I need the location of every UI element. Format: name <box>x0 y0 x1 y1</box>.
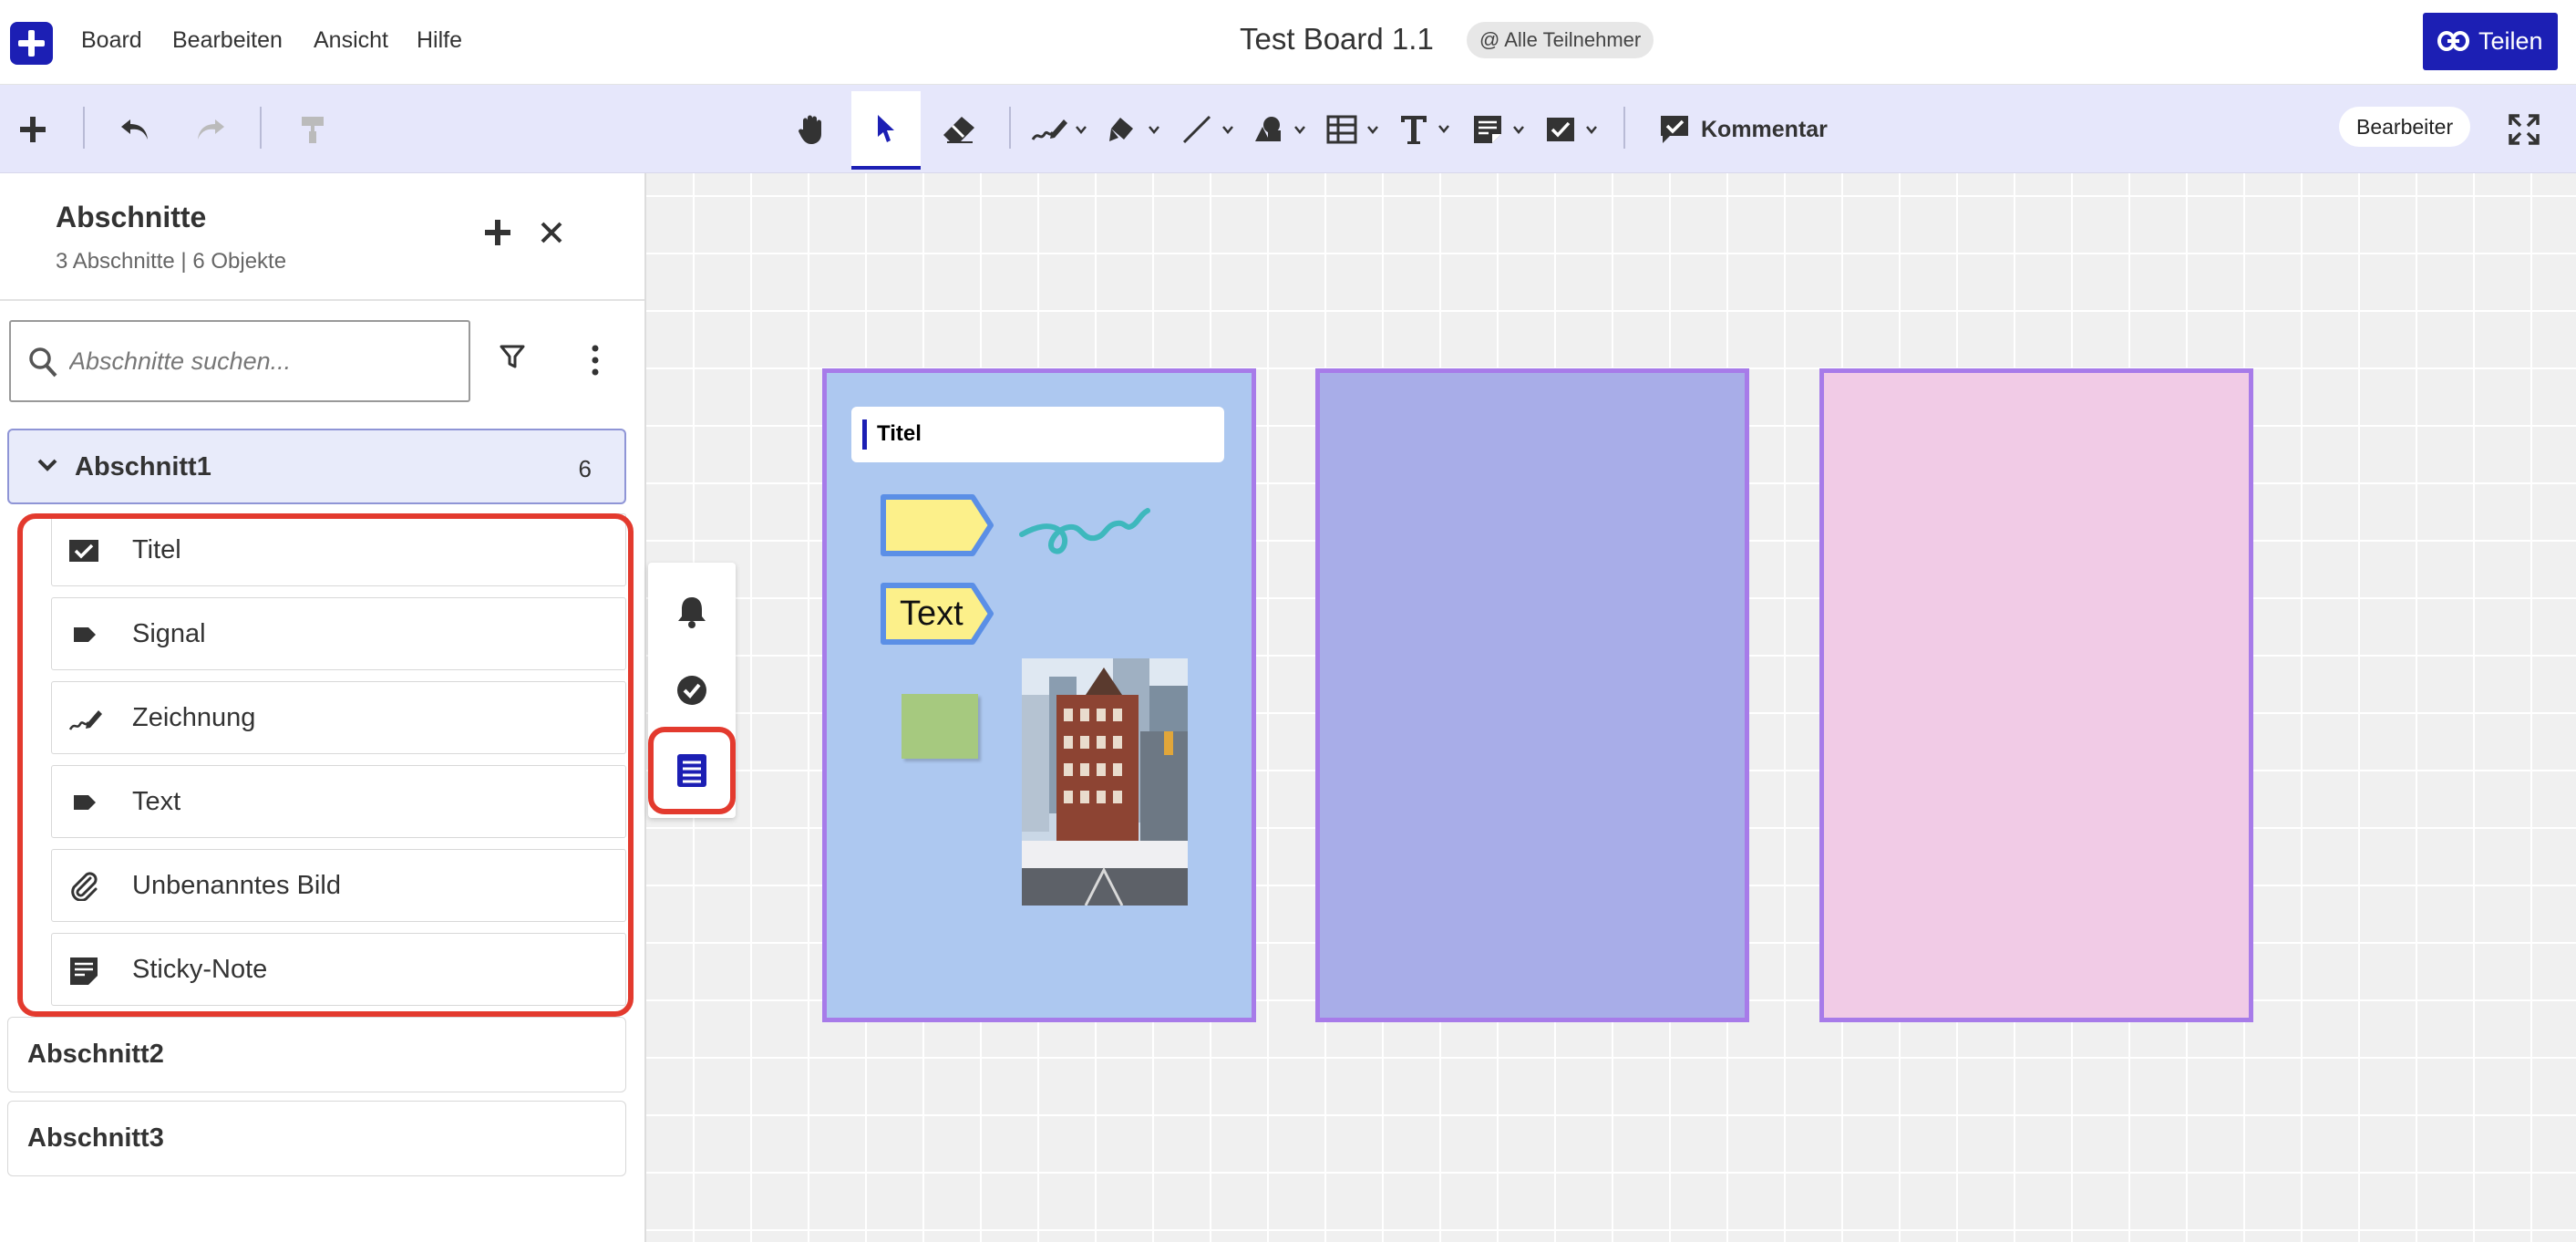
line-tool[interactable] <box>1180 85 1240 173</box>
drawing-scribble[interactable] <box>1018 498 1151 560</box>
add-icon <box>20 116 46 142</box>
share-button[interactable]: Teilen <box>2423 13 2558 70</box>
comment-label: Kommentar <box>1701 116 1828 142</box>
check-circle-icon[interactable] <box>670 668 714 712</box>
fullscreen-icon <box>2509 113 2540 145</box>
add-button[interactable] <box>13 85 53 173</box>
section-abschnitt2[interactable]: Abschnitt2 <box>7 1017 626 1092</box>
toolbar: Kommentar Bearbeiter <box>0 85 2576 173</box>
undo-icon <box>121 119 148 140</box>
search-icon <box>29 347 57 378</box>
dock-highlight-box <box>648 727 736 814</box>
shapes-tool[interactable] <box>1252 85 1312 173</box>
undo-button[interactable] <box>115 85 155 173</box>
title-card-accent <box>862 419 867 450</box>
search-input[interactable] <box>69 340 452 382</box>
sections-panel: Abschnitte 3 Abschnitte | 6 Objekte Absc… <box>0 173 646 1242</box>
role-badge[interactable]: Bearbeiter <box>2339 107 2471 147</box>
plus-logo-icon[interactable] <box>10 22 53 65</box>
select-pointer-icon <box>878 115 894 142</box>
section-label: Abschnitt1 <box>75 452 211 481</box>
title-card-tool[interactable] <box>1543 85 1603 173</box>
eraser-tool[interactable] <box>941 85 977 173</box>
highlighter-tool[interactable] <box>1106 85 1166 173</box>
link-icon <box>2437 31 2469 51</box>
section-search[interactable] <box>9 320 470 402</box>
pen-icon <box>1031 119 1087 140</box>
add-section-icon[interactable] <box>484 219 511 246</box>
highlighter-icon <box>1109 117 1159 141</box>
menu-board[interactable]: Board <box>81 27 142 54</box>
participants-badge[interactable]: @ Alle Teilnehmer <box>1467 22 1654 58</box>
section-label: Abschnitt3 <box>27 1123 164 1153</box>
comment-icon <box>1661 116 1688 143</box>
more-vertical-icon[interactable] <box>588 345 603 376</box>
panel-divider <box>0 299 644 301</box>
table-icon <box>1326 115 1378 143</box>
menu-hilfe[interactable]: Hilfe <box>417 27 462 54</box>
hand-icon <box>799 115 821 144</box>
title-card[interactable]: Titel <box>851 407 1224 462</box>
pen-tool[interactable] <box>1029 85 1093 173</box>
board-title[interactable]: Test Board 1.1 <box>1240 22 1434 57</box>
building-photo[interactable] <box>1022 658 1188 906</box>
chevron-down-icon[interactable] <box>36 458 58 472</box>
shapes-icon <box>1255 116 1305 141</box>
sticky-note-icon <box>1474 115 1524 143</box>
line-icon <box>1182 115 1233 143</box>
section-frame-2[interactable] <box>1315 368 1749 1022</box>
highlight-box <box>17 513 634 1017</box>
text-tool[interactable] <box>1397 85 1458 173</box>
format-painter-button[interactable] <box>294 85 334 173</box>
text-icon <box>1401 115 1449 144</box>
title-card-icon <box>1547 117 1597 141</box>
filter-icon[interactable] <box>500 344 525 369</box>
fullscreen-button[interactable] <box>2504 85 2544 173</box>
menu-bearbeiten[interactable]: Bearbeiten <box>172 27 283 54</box>
section-frame-3[interactable] <box>1819 368 2253 1022</box>
sticky-note-tool[interactable] <box>1470 85 1530 173</box>
signal-tag[interactable] <box>880 493 996 557</box>
hand-tool[interactable] <box>792 85 832 173</box>
section-count: 6 <box>578 455 592 482</box>
menu-ansicht[interactable]: Ansicht <box>314 27 388 54</box>
redo-icon <box>198 119 224 140</box>
text-tag-label: Text <box>900 595 963 633</box>
panel-subtitle: 3 Abschnitte | 6 Objekte <box>56 249 287 274</box>
text-tag[interactable]: Text <box>880 582 996 646</box>
bell-icon[interactable] <box>670 590 714 634</box>
section-abschnitt1[interactable]: Abschnitt1 6 <box>7 429 626 504</box>
sticky-note[interactable] <box>902 694 978 759</box>
table-tool[interactable] <box>1324 85 1385 173</box>
comment-button[interactable]: Kommentar <box>1659 109 1828 150</box>
menu-bar: Board Bearbeiten Ansicht Hilfe Test Boar… <box>0 0 2576 85</box>
select-tool[interactable] <box>851 91 921 170</box>
section-label: Abschnitt2 <box>27 1040 164 1069</box>
format-painter-icon <box>302 116 324 143</box>
section-abschnitt3[interactable]: Abschnitt3 <box>7 1101 626 1176</box>
share-label: Teilen <box>2478 27 2543 55</box>
redo-button[interactable] <box>191 85 231 173</box>
title-card-label: Titel <box>877 421 922 446</box>
panel-title: Abschnitte <box>56 201 207 233</box>
close-icon[interactable] <box>540 221 563 244</box>
eraser-icon <box>943 116 974 143</box>
